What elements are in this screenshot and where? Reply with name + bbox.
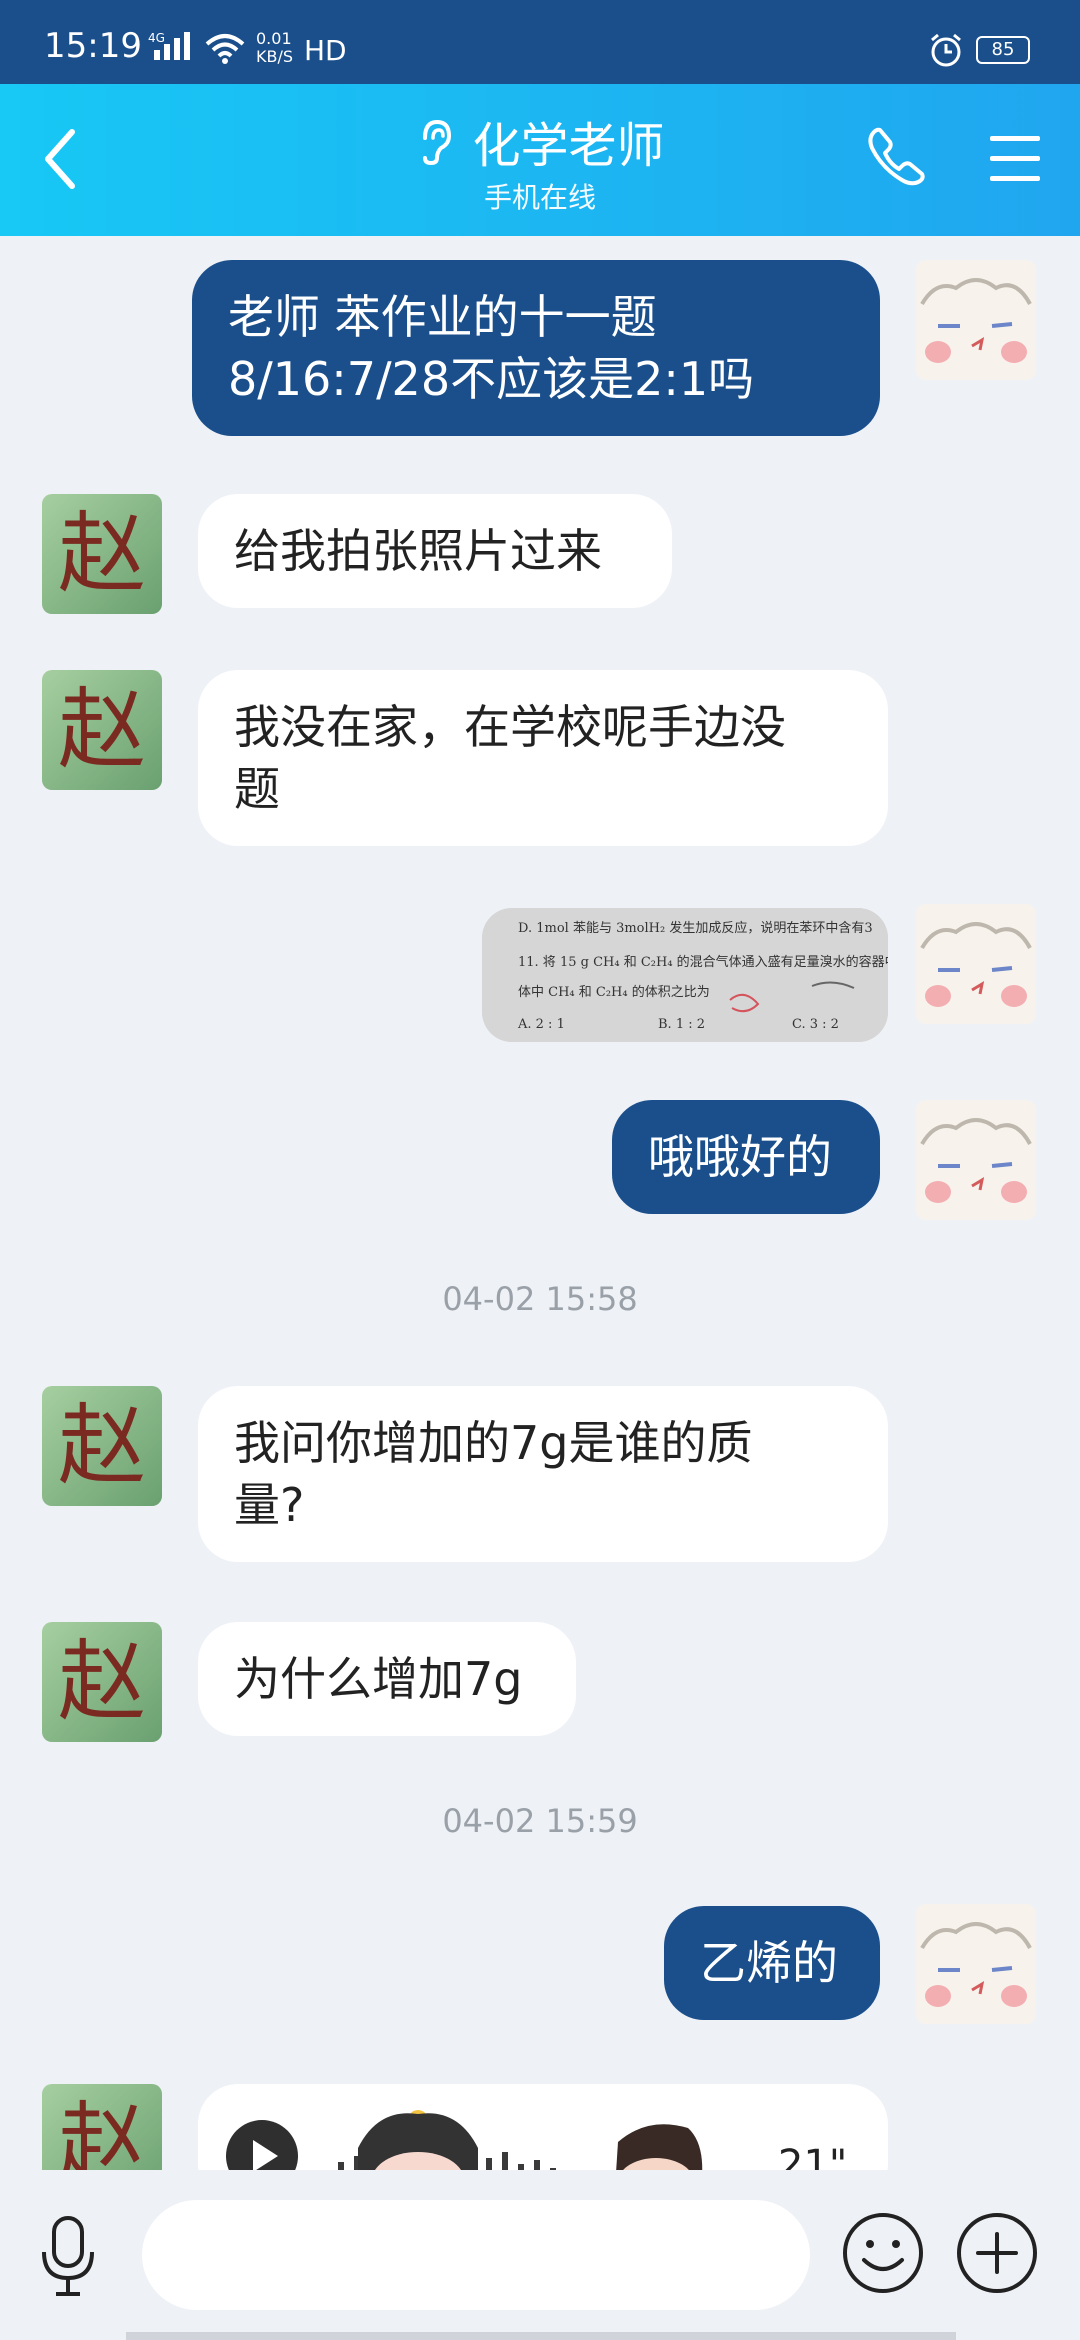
timestamp: 04-02 15:59	[442, 1802, 638, 1840]
status-time: 15:19	[44, 26, 142, 66]
message-bubble-incoming[interactable]: 我问你增加的7g是谁的质 量?	[198, 1386, 888, 1562]
message-bubble-outgoing[interactable]: 哦哦好的	[612, 1100, 880, 1214]
teacher-avatar[interactable]: 赵	[42, 670, 162, 790]
teacher-avatar[interactable]: 赵	[42, 2084, 162, 2170]
message-input[interactable]	[142, 2200, 810, 2310]
teacher-avatar[interactable]: 赵	[42, 1622, 162, 1742]
photo-line: B. 1 : 2	[658, 1017, 705, 1032]
voice-duration: 21"	[778, 2142, 848, 2170]
avatar-face-icon	[916, 1904, 1036, 2024]
mic-icon[interactable]	[38, 2214, 98, 2298]
message-bubble-incoming[interactable]: 为什么增加7g	[198, 1622, 576, 1736]
my-avatar[interactable]	[916, 904, 1036, 1024]
voice-waveform	[338, 2110, 703, 2170]
plus-icon[interactable]	[954, 2210, 1040, 2296]
my-avatar[interactable]	[916, 1904, 1036, 2024]
photo-content: D. 1mol 苯能与 3molH₂ 发生加成反应，说明在苯环中含有3 11. …	[482, 908, 888, 1042]
svg-text:4G: 4G	[148, 31, 165, 45]
chat-list[interactable]: 老师 苯作业的十一题 8/16:7/28不应该是2:1吗 赵 给我拍张照片过来 …	[0, 236, 1080, 2170]
teacher-avatar[interactable]: 赵	[42, 494, 162, 614]
chat-title: 化学老师	[472, 118, 665, 174]
avatar-face-icon	[916, 260, 1036, 380]
photo-line: C. 3 : 2	[792, 1017, 839, 1032]
message-bubble-incoming[interactable]: 给我拍张照片过来	[198, 494, 672, 608]
photo-line: 体中 CH₄ 和 C₂H₄ 的体积之比为	[518, 984, 710, 1000]
my-avatar[interactable]	[916, 260, 1036, 380]
message-bubble-incoming[interactable]: 我没在家，在学校呢手边没 题	[198, 670, 888, 846]
status-bar: 15:19 4G 0.01 KB/S HD 85	[0, 0, 1080, 84]
voice-message-bubble[interactable]: 21"	[198, 2084, 888, 2170]
timestamp: 04-02 15:58	[442, 1280, 638, 1318]
chat-header: 化学老师 手机在线	[0, 84, 1080, 236]
avatar-face-icon	[916, 904, 1036, 1024]
input-bar	[0, 2170, 1080, 2340]
message-bubble-outgoing[interactable]: 乙烯的	[664, 1906, 880, 2020]
menu-icon[interactable]	[990, 136, 1040, 196]
teacher-avatar[interactable]: 赵	[42, 1386, 162, 1506]
photo-line: A. 2 : 1	[517, 1017, 565, 1032]
alarm-icon	[931, 33, 961, 67]
play-icon[interactable]	[224, 2118, 300, 2170]
avatar-face-icon	[916, 1100, 1036, 1220]
network-speed: 0.01 KB/S	[256, 29, 294, 66]
emoji-icon[interactable]	[840, 2210, 926, 2296]
signal-icon: 4G	[148, 31, 190, 60]
photo-line: D. 1mol 苯能与 3molH₂ 发生加成反应，说明在苯环中含有3	[518, 920, 873, 936]
my-avatar[interactable]	[916, 1100, 1036, 1220]
battery-indicator: 85	[976, 36, 1030, 64]
wifi-icon	[205, 34, 245, 64]
hd-indicator: HD	[304, 34, 347, 67]
ear-icon[interactable]	[415, 116, 455, 166]
home-indicator[interactable]	[126, 2332, 956, 2340]
photo-line: 11. 将 15 g CH₄ 和 C₂H₄ 的混合气体通入盛有足量溴水的容器中	[518, 954, 888, 970]
message-bubble-outgoing[interactable]: 老师 苯作业的十一题 8/16:7/28不应该是2:1吗	[192, 260, 880, 436]
homework-photo[interactable]: D. 1mol 苯能与 3molH₂ 发生加成反应，说明在苯环中含有3 11. …	[482, 908, 888, 1042]
phone-icon[interactable]	[866, 124, 926, 186]
